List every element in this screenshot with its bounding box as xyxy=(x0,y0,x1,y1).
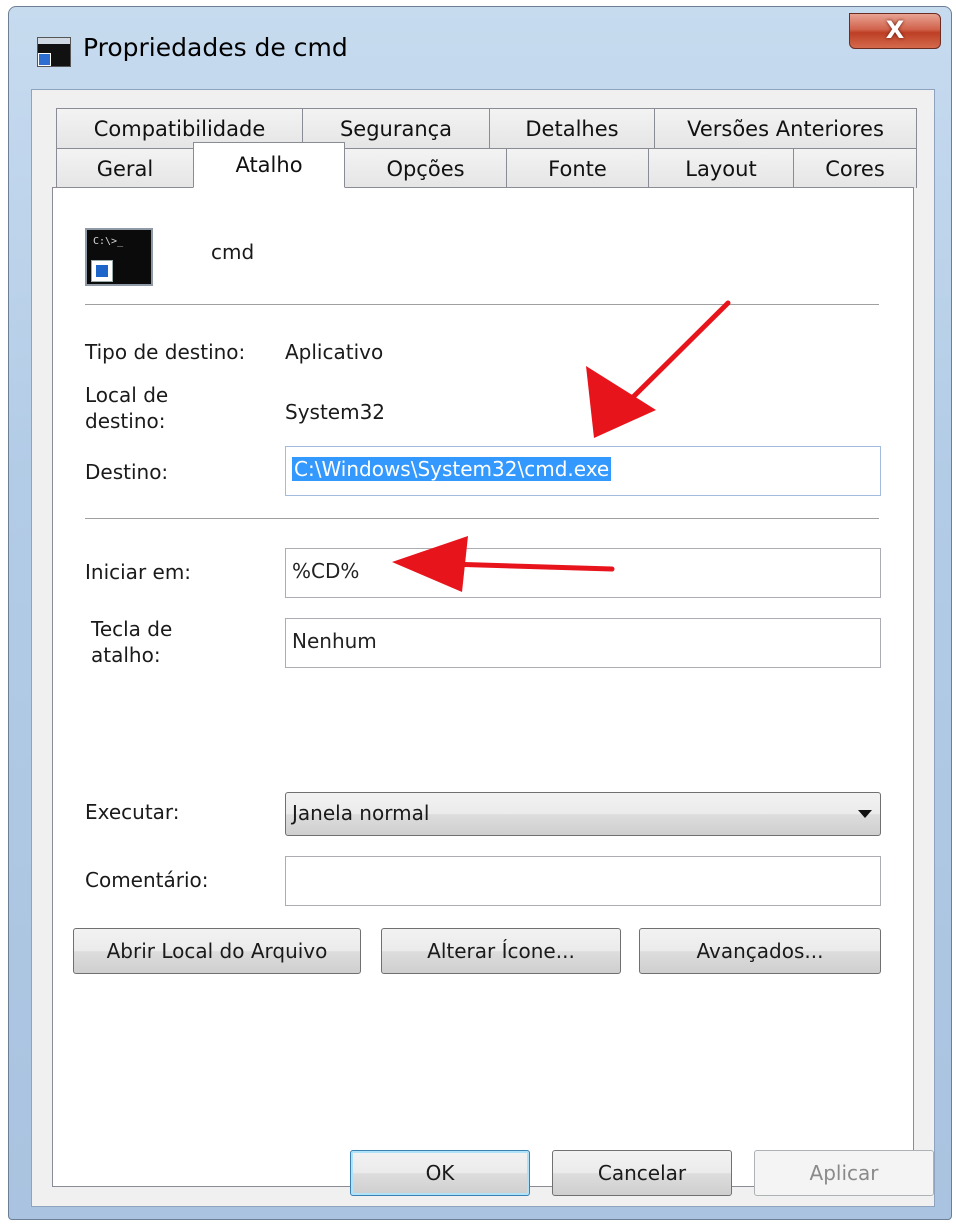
tab-fonte[interactable]: Fonte xyxy=(506,148,649,188)
chevron-down-icon xyxy=(858,810,872,818)
tab-layout[interactable]: Layout xyxy=(648,148,794,188)
tab-row-top: Compatibilidade Segurança Detalhes Versõ… xyxy=(56,108,917,148)
comment-label: Comentário: xyxy=(85,868,209,892)
comment-field[interactable] xyxy=(285,856,881,906)
apply-button[interactable]: Aplicar xyxy=(754,1150,934,1196)
hotkey-label: Tecla de atalho: xyxy=(91,617,173,667)
target-field[interactable]: C:\Windows\System32\cmd.exe xyxy=(285,446,881,496)
properties-window: Propriedades de cmd X Compatibilidade Se… xyxy=(8,6,952,1220)
open-file-location-button[interactable]: Abrir Local do Arquivo xyxy=(73,928,361,974)
title-bar[interactable]: Propriedades de cmd X xyxy=(9,7,951,91)
target-type-value: Aplicativo xyxy=(285,340,384,364)
divider xyxy=(85,518,879,520)
run-label: Executar: xyxy=(85,800,180,824)
shortcut-name: cmd xyxy=(211,240,255,264)
window-title: Propriedades de cmd xyxy=(83,33,348,62)
change-icon-button[interactable]: Alterar Ícone... xyxy=(381,928,621,974)
start-in-field[interactable]: %CD% xyxy=(285,548,881,598)
target-field-selected-text: C:\Windows\System32\cmd.exe xyxy=(292,457,612,481)
run-mode-select[interactable]: Janela normal xyxy=(285,792,881,836)
tab-detalhes[interactable]: Detalhes xyxy=(489,108,655,148)
divider xyxy=(85,304,879,306)
ok-button[interactable]: OK xyxy=(350,1150,530,1196)
target-label: Destino: xyxy=(85,460,169,484)
advanced-button[interactable]: Avançados... xyxy=(639,928,881,974)
close-button[interactable]: X xyxy=(849,13,941,49)
tab-opcoes[interactable]: Opções xyxy=(344,148,507,188)
tab-cores[interactable]: Cores xyxy=(793,148,917,188)
shortcut-arrow-icon xyxy=(91,260,113,282)
start-in-label: Iniciar em: xyxy=(85,560,192,584)
tab-row-bottom: Geral Atalho Opções Fonte Layout Cores xyxy=(56,142,917,188)
cmd-window-icon xyxy=(37,37,71,67)
run-mode-value: Janela normal xyxy=(292,801,430,825)
tab-panel-atalho: C:\>_ cmd Tipo de destino: Aplicativo Lo… xyxy=(52,187,914,1187)
tab-versoes-anteriores[interactable]: Versões Anteriores xyxy=(654,108,917,148)
dialog-client-area: Compatibilidade Segurança Detalhes Versõ… xyxy=(31,89,935,1207)
target-location-label: Local de destino: xyxy=(85,383,169,433)
target-type-label: Tipo de destino: xyxy=(85,340,246,364)
cmd-icon-prompt: C:\>_ xyxy=(93,236,124,247)
cmd-icon: C:\>_ xyxy=(85,228,153,286)
hotkey-field[interactable]: Nenhum xyxy=(285,618,881,668)
tab-atalho[interactable]: Atalho xyxy=(193,142,345,188)
target-location-value: System32 xyxy=(285,400,386,424)
cancel-button[interactable]: Cancelar xyxy=(552,1150,732,1196)
tab-geral[interactable]: Geral xyxy=(56,148,194,188)
